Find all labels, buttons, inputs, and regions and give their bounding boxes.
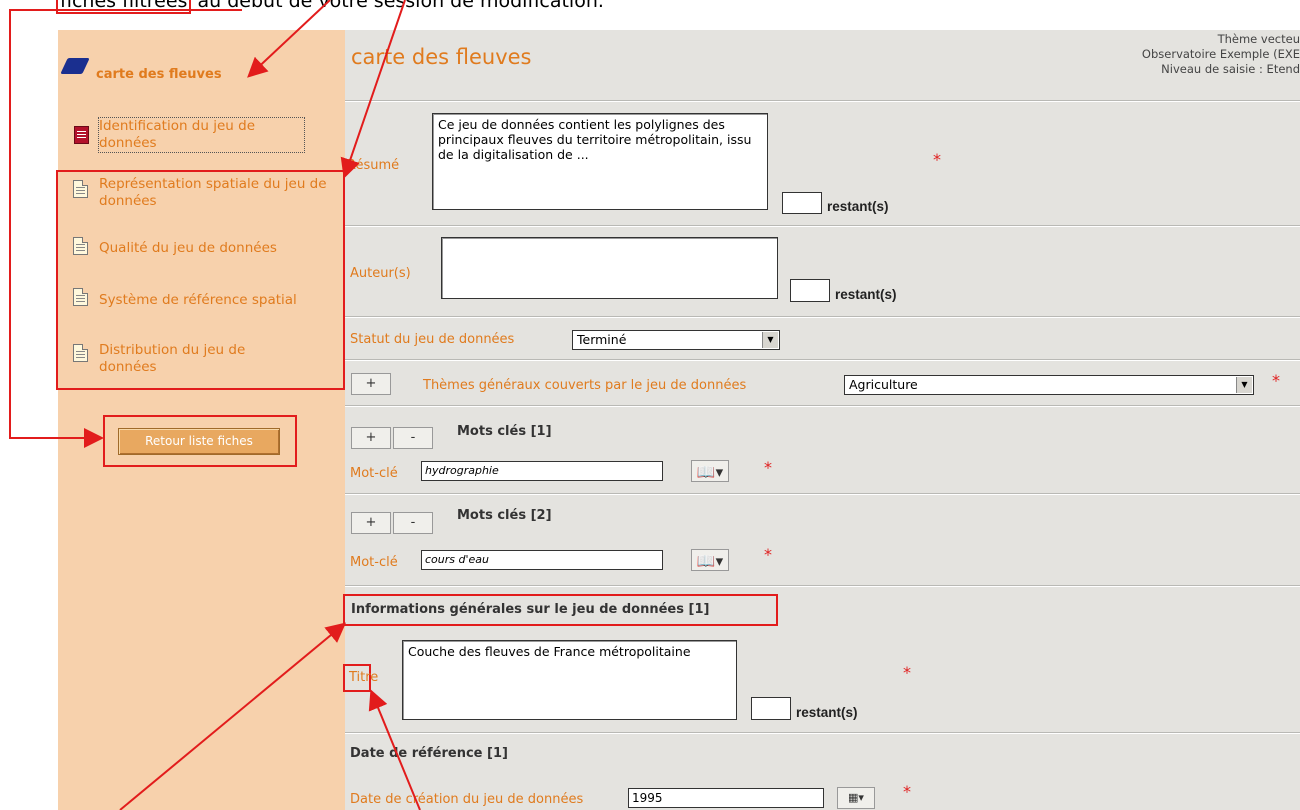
- resume-textarea[interactable]: Ce jeu de données contient les polyligne…: [432, 113, 768, 210]
- chevron-down-icon[interactable]: ▼: [762, 332, 778, 348]
- themes-select[interactable]: Agriculture ▼: [844, 375, 1254, 395]
- thesaurus-book-icon[interactable]: 📖▾: [691, 460, 729, 482]
- statut-select[interactable]: Terminé ▼: [572, 330, 780, 350]
- add-keyword-button[interactable]: +: [351, 512, 391, 534]
- resume-remaining-counter: [782, 192, 822, 214]
- caption-boxed-word: fiches filtrées: [56, 0, 192, 14]
- caption-text: au début de votre session de modificatio…: [197, 0, 604, 12]
- add-theme-button[interactable]: +: [351, 373, 391, 395]
- auteurs-remaining-counter: [790, 279, 830, 302]
- sidebar-item-identification[interactable]: Identification du jeu de données: [98, 117, 305, 153]
- divider: [345, 585, 1300, 587]
- annotation-highlight-sections: [56, 170, 345, 390]
- back-to-list-button[interactable]: Retour liste fiches: [118, 428, 280, 455]
- required-mark: *: [1272, 371, 1280, 390]
- keyword-2-label: Mot-clé: [350, 555, 398, 570]
- resume-label: Résumé: [347, 158, 400, 173]
- title-textarea[interactable]: Couche des fleuves de France métropolita…: [402, 640, 737, 720]
- divider: [345, 493, 1300, 495]
- required-mark: *: [903, 663, 911, 682]
- themes-label: Thèmes généraux couverts par le jeu de d…: [423, 378, 747, 393]
- keywords-1-header: Mots clés [1]: [457, 424, 552, 439]
- header-observatory: Observatoire Exemple (EXE: [1141, 47, 1300, 61]
- title-label: Titre: [349, 670, 379, 685]
- statut-select-value: Terminé: [577, 332, 627, 347]
- required-mark: *: [764, 545, 772, 564]
- calendar-icon[interactable]: ▦▾: [837, 787, 875, 809]
- resume-remaining-label: restant(s): [827, 199, 889, 214]
- reference-date-header: Date de référence [1]: [350, 746, 508, 761]
- keyword-2-input[interactable]: cours d'eau: [421, 550, 663, 570]
- sidebar-title[interactable]: carte des fleuves: [96, 66, 222, 83]
- title-remaining-label: restant(s): [796, 705, 858, 720]
- creation-date-label: Date de création du jeu de données: [350, 792, 584, 807]
- themes-select-value: Agriculture: [849, 377, 918, 392]
- divider: [345, 732, 1300, 734]
- header-theme: Thème vecteu: [1217, 32, 1300, 46]
- auteurs-label: Auteur(s): [350, 266, 411, 281]
- divider: [345, 405, 1300, 407]
- page-title: carte des fleuves: [351, 45, 532, 69]
- required-mark: *: [933, 150, 941, 169]
- required-mark: *: [764, 458, 772, 477]
- header-info: Thème vecteu Observatoire Exemple (EXE N…: [1000, 32, 1300, 77]
- annotation-caption: fiches filtrées au début de votre sessio…: [56, 0, 604, 14]
- chevron-down-icon[interactable]: ▼: [1236, 377, 1252, 393]
- keywords-2-header: Mots clés [2]: [457, 508, 552, 523]
- remove-keyword-button[interactable]: -: [393, 427, 433, 449]
- auteurs-textarea[interactable]: [441, 237, 778, 299]
- header-input-level: Niveau de saisie : Etend: [1161, 62, 1300, 76]
- auteurs-remaining-label: restant(s): [835, 287, 897, 302]
- title-remaining-counter: [751, 697, 791, 720]
- divider: [345, 225, 1300, 227]
- document-red-icon: [74, 126, 89, 144]
- keyword-1-label: Mot-clé: [350, 466, 398, 481]
- divider: [345, 316, 1300, 318]
- creation-date-input[interactable]: 1995: [628, 788, 824, 808]
- thesaurus-book-icon[interactable]: 📖▾: [691, 549, 729, 571]
- required-mark: *: [903, 782, 911, 801]
- remove-keyword-button[interactable]: -: [393, 512, 433, 534]
- divider: [345, 100, 1300, 102]
- general-info-header: Informations générales sur le jeu de don…: [351, 602, 710, 617]
- statut-label: Statut du jeu de données: [350, 332, 515, 347]
- add-keyword-button[interactable]: +: [351, 427, 391, 449]
- keyword-1-input[interactable]: hydrographie: [421, 461, 663, 481]
- divider: [345, 359, 1300, 361]
